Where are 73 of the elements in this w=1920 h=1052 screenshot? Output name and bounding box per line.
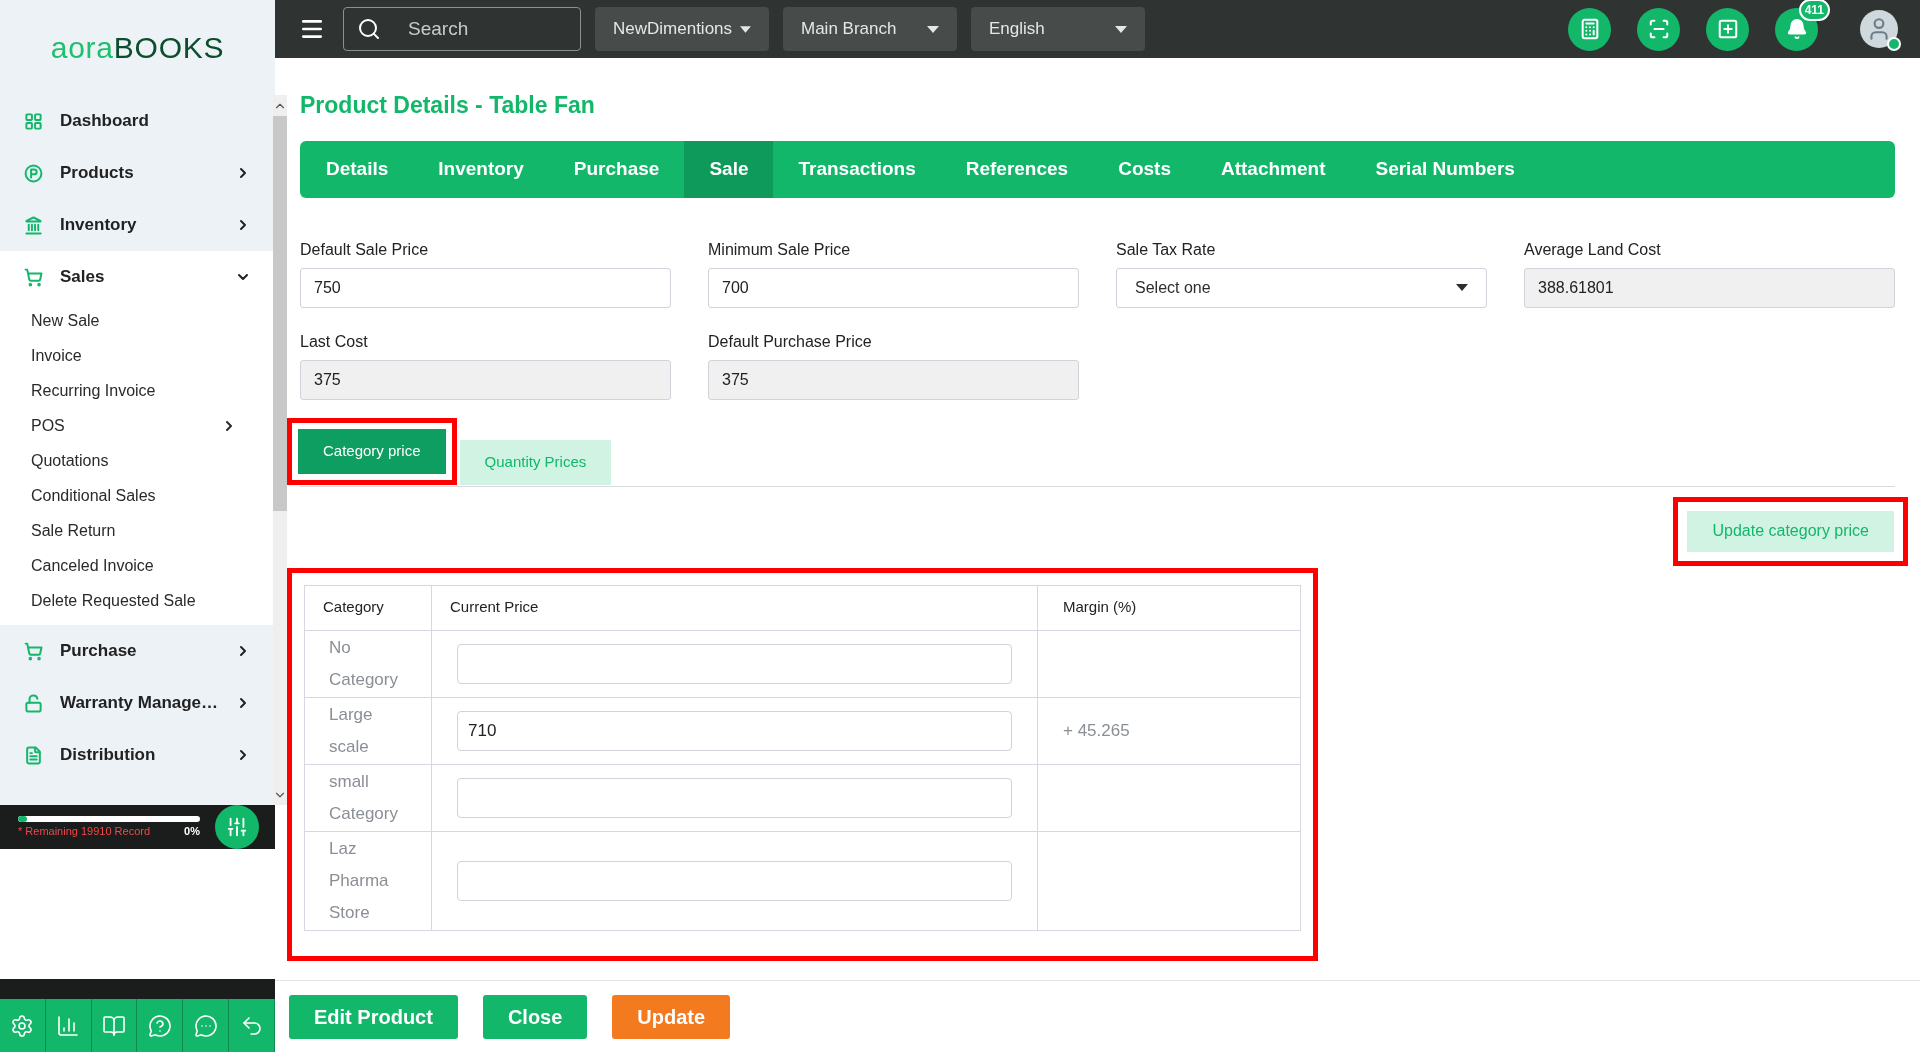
remaining-records-text: * Remaining 19910 Record — [18, 824, 151, 838]
toolbar-button[interactable] — [1706, 7, 1749, 51]
submenu-item[interactable]: Quotations — [0, 443, 274, 478]
field-label: Average Land Cost — [1524, 239, 1662, 260]
dropdown[interactable]: English — [971, 7, 1145, 51]
scrollbar[interactable] — [273, 95, 288, 805]
price-input[interactable]: 710 — [457, 710, 1012, 751]
sync-settings-button[interactable] — [215, 805, 259, 849]
scan-icon — [1647, 18, 1670, 40]
book-icon — [102, 1013, 127, 1038]
sidebar-item[interactable]: Products — [0, 147, 274, 199]
table-cell: No Category — [304, 630, 432, 697]
column-header: Margin (%) — [1037, 585, 1301, 630]
column-header: Category — [304, 585, 432, 630]
price-input[interactable] — [457, 860, 1012, 901]
sidebar-item[interactable]: Inventory — [0, 199, 274, 251]
dropdown[interactable]: NewDimentions — [595, 7, 769, 51]
bank-icon — [24, 215, 43, 235]
logo: aoraBOOKS — [50, 30, 225, 66]
sidebar-item[interactable]: Sales — [0, 251, 274, 303]
price-input[interactable] — [457, 777, 1012, 818]
submenu-item[interactable]: Conditional Sales — [0, 478, 274, 513]
settings-icon — [10, 1013, 35, 1038]
submenu-item[interactable]: POS — [0, 408, 274, 443]
sidebar-item[interactable]: Dashboard — [0, 95, 274, 147]
search-icon — [357, 17, 381, 41]
cart-icon — [24, 267, 43, 287]
input-field[interactable]: 700 — [708, 267, 1079, 308]
field-label: Sale Tax Rate — [1116, 239, 1217, 260]
sidebar-item[interactable]: Purchase — [0, 625, 274, 677]
field-label: Last Cost — [300, 331, 369, 352]
input-field[interactable]: 750 — [300, 267, 671, 308]
page-title: Product Details - Table Fan — [300, 91, 596, 120]
grid-icon — [24, 111, 43, 131]
sidebar-item[interactable]: Warranty Manage… — [0, 677, 274, 729]
table-cell: + 45.265 — [1063, 720, 1130, 740]
avatar[interactable] — [1860, 10, 1898, 48]
column-header: Current Price — [431, 585, 1038, 630]
select-field[interactable]: Select one — [1116, 267, 1487, 308]
p-circle-icon — [24, 163, 43, 183]
field-label: Default Purchase Price — [708, 331, 873, 352]
submenu-item[interactable]: New Sale — [0, 303, 274, 338]
search-field[interactable]: Search — [343, 7, 581, 51]
chat-icon — [193, 1013, 218, 1038]
submenu-item[interactable]: Delete Requested Sale — [0, 583, 274, 618]
sliders-icon — [226, 816, 248, 838]
dropdown[interactable]: Main Branch — [783, 7, 957, 51]
submenu-item[interactable]: Sale Return — [0, 513, 274, 548]
help-icon — [147, 1013, 172, 1038]
submenu-item[interactable]: Invoice — [0, 338, 274, 373]
progress-percent: 0% — [184, 824, 200, 838]
table-cell: Laz Pharma Store — [304, 831, 432, 930]
field-label: Minimum Sale Price — [708, 239, 852, 260]
plus-square-icon — [1716, 18, 1739, 40]
toolbar-button[interactable] — [1637, 7, 1680, 51]
field-label: Default Sale Price — [300, 239, 430, 260]
bell-icon — [1785, 18, 1808, 40]
bar-chart-icon — [56, 1013, 81, 1038]
sidebar-item[interactable]: Distribution — [0, 729, 274, 781]
notification-badge: 411 — [1798, 0, 1830, 21]
tab[interactable]: Sale — [684, 140, 774, 198]
caret-icon — [740, 25, 751, 33]
caret-icon — [1456, 284, 1468, 291]
table-cell: small Category — [304, 764, 432, 831]
submenu-item[interactable]: Recurring Invoice — [0, 373, 274, 408]
toolbar-button[interactable] — [1568, 7, 1611, 51]
submenu-item[interactable]: Canceled Invoice — [0, 548, 274, 583]
price-input[interactable] — [457, 643, 1012, 684]
document-icon — [24, 745, 43, 765]
unlocked-padlock-icon — [24, 693, 43, 713]
caret-icon — [1115, 25, 1127, 33]
caret-icon — [927, 25, 939, 33]
cart-icon — [24, 641, 43, 661]
